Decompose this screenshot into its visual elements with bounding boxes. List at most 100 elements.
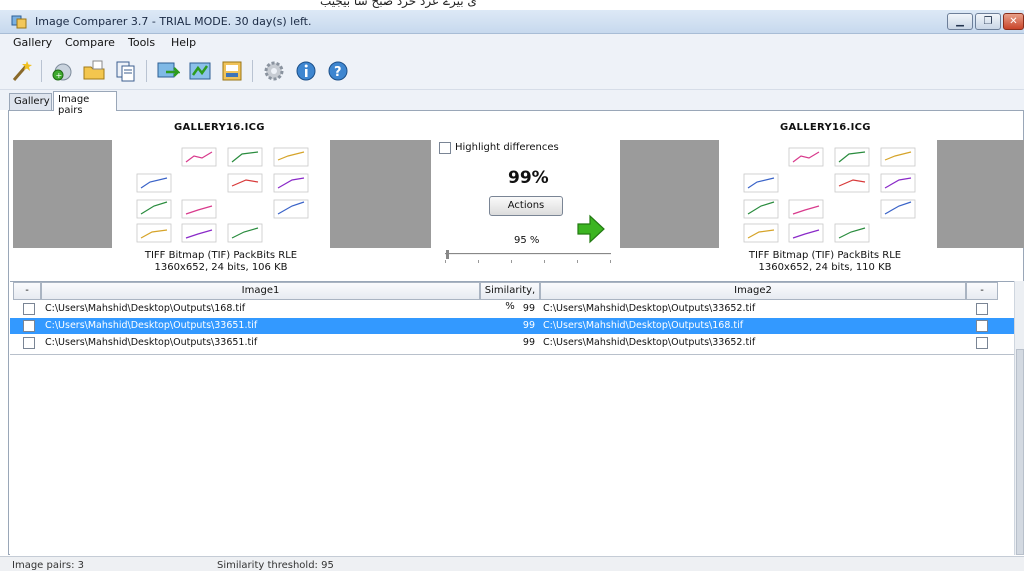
- menu-compare[interactable]: Compare: [65, 36, 115, 49]
- slider-tick: [511, 260, 512, 263]
- table-row[interactable]: C:\Users\Mahshid\Desktop\Outputs\33651.t…: [10, 335, 1024, 351]
- restore-icon: ❐: [983, 16, 993, 27]
- minimize-icon: ▁: [956, 16, 964, 27]
- column-header-check-left[interactable]: -: [13, 282, 41, 300]
- gallery-props-icon: [116, 61, 135, 82]
- wand-button[interactable]: [10, 59, 34, 83]
- overlay-text: ی بیرے عرد حرد صبح سا بیجیب: [320, 0, 477, 8]
- row-similarity: 99: [522, 337, 535, 348]
- close-icon: ✕: [1009, 16, 1018, 27]
- actions-button[interactable]: Actions: [489, 196, 563, 216]
- image-pairs-table: - Image1 Similarity, % Image2 - C:\Users…: [10, 281, 1024, 555]
- window-title: Image Comparer 3.7 - TRIAL MODE. 30 day(…: [35, 15, 312, 28]
- status-similarity-threshold: Similarity threshold: 95: [217, 560, 334, 571]
- app-icon: [11, 14, 28, 29]
- column-header-image1[interactable]: Image1: [41, 282, 480, 300]
- slider-tick: [478, 260, 479, 263]
- row-image1-path: C:\Users\Mahshid\Desktop\Outputs\33651.t…: [45, 320, 258, 331]
- compare-two-button[interactable]: [188, 59, 212, 83]
- row-checkbox-right[interactable]: [976, 337, 988, 349]
- actions-button-label: Actions: [507, 200, 545, 211]
- row-image2-path: C:\Users\Mahshid\Desktop\Outputs\33652.t…: [543, 337, 756, 348]
- info-button[interactable]: [294, 59, 318, 83]
- row-similarity: 99: [522, 303, 535, 314]
- highlight-differences-label: Highlight differences: [455, 142, 559, 153]
- tab-strip: Gallery Image pairs: [0, 90, 1024, 116]
- right-image-info: TIFF Bitmap (TIF) PackBits RLE 1360x652,…: [725, 250, 925, 274]
- compare-two-icon: [189, 62, 211, 80]
- vertical-scrollbar[interactable]: [1014, 281, 1024, 555]
- row-similarity: 99: [522, 320, 535, 331]
- new-gallery-button[interactable]: +: [50, 59, 74, 83]
- open-folder-icon: [83, 60, 105, 80]
- settings-icon: [264, 61, 284, 81]
- table-row[interactable]: C:\Users\Mahshid\Desktop\Outputs\168.tif…: [10, 301, 1024, 317]
- slider-thumb[interactable]: [446, 250, 449, 259]
- compare-button[interactable]: [156, 59, 182, 83]
- svg-text:+: +: [56, 71, 63, 80]
- export-button[interactable]: [220, 59, 244, 83]
- scrollbar-thumb[interactable]: [1016, 349, 1024, 555]
- row-checkbox-left[interactable]: [23, 303, 35, 315]
- table-row[interactable]: C:\Users\Mahshid\Desktop\Outputs\33651.t…: [10, 318, 1024, 334]
- column-header-check-right[interactable]: -: [966, 282, 998, 300]
- similarity-threshold-slider[interactable]: [445, 250, 611, 264]
- menu-help[interactable]: Help: [171, 36, 196, 49]
- similarity-percent: 99%: [508, 168, 549, 188]
- overlay-text-strip: ی بیرے عرد حرد صبح سا بیجیب: [0, 0, 1024, 10]
- tab-label: Gallery: [14, 96, 50, 107]
- highlight-differences-checkbox[interactable]: [439, 142, 451, 154]
- toolbar-separator: [252, 60, 253, 82]
- minimize-button[interactable]: ▁: [947, 13, 973, 30]
- table-divider: [10, 354, 1024, 355]
- slider-tick: [577, 260, 578, 263]
- row-image2-path: C:\Users\Mahshid\Desktop\Outputs\33652.t…: [543, 303, 756, 314]
- maximize-button[interactable]: ❐: [975, 13, 1001, 30]
- right-gallery-title: GALLERY16.ICG: [780, 122, 871, 133]
- left-thumbnail-image: [136, 147, 309, 243]
- row-checkbox-left[interactable]: [23, 320, 35, 332]
- menu-bar: Gallery Compare Tools Help: [0, 34, 1024, 52]
- toolbar: + ?: [0, 52, 1024, 90]
- left-gallery-title: GALLERY16.ICG: [174, 122, 265, 133]
- right-thumbnail-image: [743, 147, 916, 243]
- row-checkbox-left[interactable]: [23, 337, 35, 349]
- slider-track: [445, 253, 611, 255]
- tab-image-pairs[interactable]: Image pairs: [53, 91, 117, 116]
- compare-icon: [157, 62, 182, 78]
- row-image2-path: C:\Users\Mahshid\Desktop\Outputs\168.tif: [543, 320, 744, 331]
- column-header-image2[interactable]: Image2: [540, 282, 966, 300]
- title-bar: Image Comparer 3.7 - TRIAL MODE. 30 day(…: [0, 10, 1024, 34]
- menu-gallery[interactable]: Gallery: [13, 36, 52, 49]
- tab-gallery[interactable]: Gallery: [9, 93, 52, 110]
- info-icon: [296, 61, 316, 81]
- svg-text:?: ?: [334, 65, 342, 80]
- slider-tick: [445, 260, 446, 263]
- row-image1-path: C:\Users\Mahshid\Desktop\Outputs\33651.t…: [45, 337, 258, 348]
- help-button[interactable]: ?: [326, 59, 350, 83]
- left-image-preview[interactable]: [13, 140, 431, 248]
- status-image-pairs: Image pairs: 3: [12, 560, 84, 571]
- row-checkbox-right[interactable]: [976, 303, 988, 315]
- left-image-info: TIFF Bitmap (TIF) PackBits RLE 1360x652,…: [121, 250, 321, 274]
- slider-tick: [544, 260, 545, 263]
- next-pair-arrow-icon[interactable]: [577, 214, 605, 244]
- gallery-properties-button[interactable]: [114, 59, 138, 83]
- new-gallery-icon: +: [52, 63, 72, 81]
- export-icon: [222, 61, 242, 81]
- menu-tools[interactable]: Tools: [128, 36, 155, 49]
- close-button[interactable]: ✕: [1003, 13, 1024, 30]
- right-image-format: TIFF Bitmap (TIF) PackBits RLE: [748, 250, 902, 261]
- settings-button[interactable]: [262, 59, 286, 83]
- app-window: ی بیرے عرد حرد صبح سا بیجیب Image Compar…: [0, 0, 1024, 571]
- row-checkbox-right[interactable]: [976, 320, 988, 332]
- wand-icon: [12, 61, 32, 81]
- right-image-preview[interactable]: [620, 140, 1024, 248]
- toolbar-separator: [146, 60, 147, 82]
- open-gallery-button[interactable]: [82, 59, 106, 83]
- status-bar: Image pairs: 3 Similarity threshold: 95: [0, 556, 1024, 571]
- left-image-format: TIFF Bitmap (TIF) PackBits RLE: [144, 250, 298, 261]
- help-icon: ?: [328, 61, 348, 81]
- column-header-similarity[interactable]: Similarity, %: [480, 282, 540, 312]
- slider-tick: [610, 260, 611, 263]
